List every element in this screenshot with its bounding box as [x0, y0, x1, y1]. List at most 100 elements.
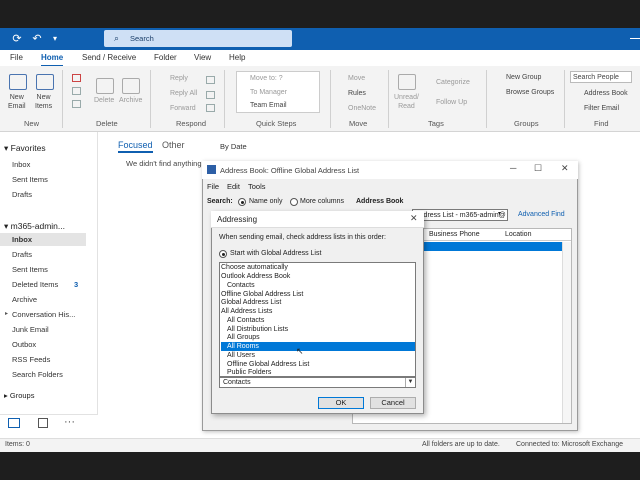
ribbon-separator	[388, 70, 389, 128]
list-item[interactable]: All Groups	[221, 333, 415, 342]
follow-up-button[interactable]: Follow Up	[436, 98, 467, 107]
new-email-icon	[9, 74, 27, 90]
move-button[interactable]: Move	[348, 74, 365, 83]
group-label-find: Find	[594, 119, 609, 128]
ab-menu-edit[interactable]: Edit	[227, 182, 240, 191]
ab-menu-file[interactable]: File	[207, 182, 219, 191]
mail-icon[interactable]	[8, 418, 20, 428]
tab-folder[interactable]: Folder	[154, 53, 177, 67]
list-item-selected[interactable]: All Rooms	[221, 342, 415, 351]
minimize-button[interactable]: ─	[510, 163, 516, 173]
rules-button[interactable]: Rules	[348, 89, 366, 98]
junk-icon[interactable]	[72, 100, 81, 108]
move-to-quickstep[interactable]: Move to: ?	[250, 74, 283, 83]
sort-by-date[interactable]: By Date	[220, 142, 247, 151]
tab-file[interactable]: File	[10, 53, 23, 67]
list-item[interactable]: Public Folders	[221, 368, 415, 377]
forward-button[interactable]: Forward	[170, 104, 196, 113]
ok-button[interactable]: OK	[318, 397, 364, 409]
advanced-find-link[interactable]: Advanced Find	[518, 211, 565, 218]
new-items-button[interactable]: New Items	[35, 93, 52, 111]
close-button[interactable]: ✕	[561, 163, 569, 174]
addressing-title: Addressing	[217, 215, 258, 224]
groups-header[interactable]: ▸ Groups	[4, 391, 34, 400]
customize-toolbar-icon[interactable]: ▾	[48, 33, 62, 45]
search-icon: ⌕	[114, 33, 120, 43]
team-email-quickstep[interactable]: Team Email	[250, 101, 287, 110]
folder-drafts[interactable]: Drafts	[12, 250, 32, 259]
folder-search-folders[interactable]: Search Folders	[12, 370, 63, 379]
scrollbar[interactable]	[562, 242, 571, 423]
reply-all-button[interactable]: Reply All	[170, 89, 197, 98]
name-only-radio[interactable]	[238, 198, 246, 206]
list-item[interactable]: All Contacts	[221, 316, 415, 325]
folder-archive[interactable]: Archive	[12, 295, 37, 304]
cleanup-icon[interactable]	[72, 87, 81, 95]
categorize-button[interactable]: Categorize	[436, 78, 470, 87]
folder-junk-email[interactable]: Junk Email	[12, 325, 49, 334]
maximize-button[interactable]: ☐	[534, 163, 542, 174]
filter-email-button[interactable]: Filter Email	[584, 104, 619, 113]
search-input[interactable]: ⌕ Search	[104, 30, 292, 47]
meeting-icon[interactable]	[206, 76, 215, 84]
list-item[interactable]: Outlook Address Book	[221, 272, 415, 281]
chevron-down-icon[interactable]: ▼	[405, 378, 415, 387]
folder-outbox[interactable]: Outbox	[12, 340, 36, 349]
fav-sent-items[interactable]: Sent Items	[12, 175, 48, 184]
address-list-dropdown[interactable]: Address List - m365-admin@	[412, 209, 508, 221]
status-items: Items: 0	[5, 441, 30, 448]
folder-rss-feeds[interactable]: RSS Feeds	[12, 355, 50, 364]
tab-focused[interactable]: Focused	[118, 140, 153, 153]
sync-icon[interactable]: ⟳	[10, 33, 24, 45]
address-book-button[interactable]: Address Book	[584, 89, 628, 98]
folder-conversation-history[interactable]: Conversation His...	[12, 310, 75, 319]
start-with-gal-radio[interactable]	[219, 250, 227, 258]
unread-read-button[interactable]: Unread/ Read	[394, 93, 419, 111]
list-item[interactable]: All Users	[221, 351, 415, 360]
list-item[interactable]: Choose automatically	[221, 263, 415, 272]
new-group-button[interactable]: New Group	[506, 73, 541, 82]
fav-inbox[interactable]: Inbox	[12, 160, 30, 169]
more-respond-icon[interactable]	[206, 104, 215, 112]
folder-deleted-items[interactable]: Deleted Items	[12, 280, 58, 289]
new-email-button[interactable]: New Email	[8, 93, 26, 111]
ignore-icon[interactable]	[72, 74, 81, 82]
onenote-button[interactable]: OneNote	[348, 104, 376, 113]
favorites-header[interactable]: ▾ Favorites	[4, 143, 46, 154]
tab-other[interactable]: Other	[162, 140, 185, 150]
tab-view[interactable]: View	[194, 53, 211, 67]
folder-sent-items[interactable]: Sent Items	[12, 265, 48, 274]
fav-drafts[interactable]: Drafts	[12, 190, 32, 199]
deleted-count-badge: 3	[74, 280, 79, 289]
col-location[interactable]: Location	[505, 231, 531, 238]
tab-home[interactable]: Home	[41, 53, 64, 67]
reply-button[interactable]: Reply	[170, 74, 188, 83]
list-item[interactable]: All Address Lists	[221, 307, 415, 316]
minimize-icon[interactable]	[630, 38, 640, 39]
cancel-button[interactable]: Cancel	[370, 397, 416, 409]
to-manager-quickstep[interactable]: To Manager	[250, 88, 287, 97]
more-columns-radio[interactable]	[290, 198, 298, 206]
archive-button[interactable]: Archive	[119, 96, 142, 105]
ribbon-separator	[564, 70, 565, 128]
tab-send-receive[interactable]: Send / Receive	[82, 53, 136, 67]
status-folders: All folders are up to date.	[422, 441, 500, 448]
ab-menu-tools[interactable]: Tools	[248, 182, 266, 191]
delete-button[interactable]: Delete	[94, 96, 114, 105]
favorites-label: Favorites	[10, 143, 46, 153]
tab-help[interactable]: Help	[229, 53, 245, 67]
col-business-phone[interactable]: Business Phone	[429, 231, 480, 238]
more-apps-icon[interactable]: ···	[64, 416, 75, 428]
calendar-icon[interactable]	[38, 418, 48, 428]
list-item[interactable]: Contacts	[221, 281, 415, 290]
list-item[interactable]: Global Address List	[221, 298, 415, 307]
undo-icon[interactable]: ↶	[30, 33, 44, 45]
account-header[interactable]: ▾ m365-admin...	[4, 221, 65, 232]
im-icon[interactable]	[206, 91, 215, 99]
folder-inbox[interactable]: Inbox	[12, 235, 32, 244]
browse-groups-button[interactable]: Browse Groups	[506, 88, 554, 97]
close-button[interactable]: ✕	[410, 213, 418, 224]
chevron-right-icon[interactable]: ▸	[5, 310, 8, 317]
ab-search-label: Search:	[207, 198, 233, 205]
address-list-combo[interactable]: Contacts	[219, 377, 416, 388]
